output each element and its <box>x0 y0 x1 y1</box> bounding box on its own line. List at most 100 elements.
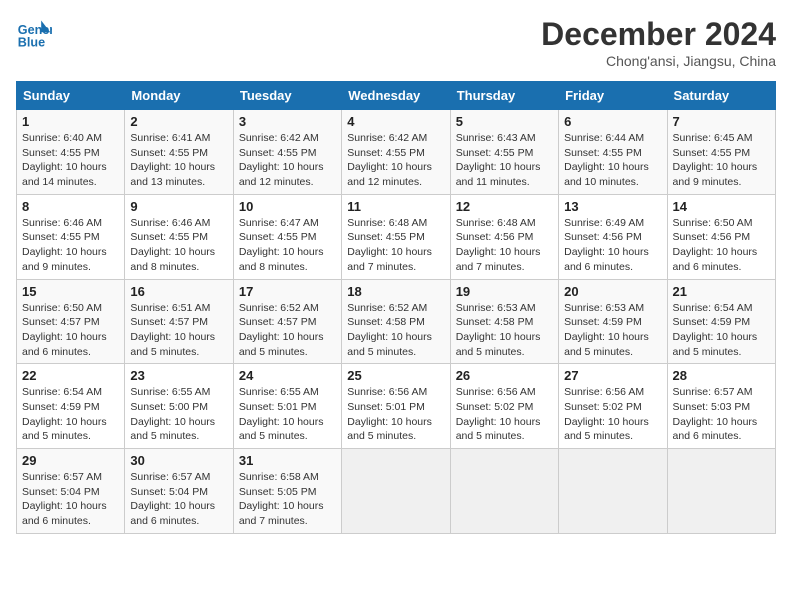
day-info: Sunrise: 6:42 AM Sunset: 4:55 PM Dayligh… <box>239 131 336 190</box>
day-number: 14 <box>673 199 770 214</box>
svg-text:Blue: Blue <box>18 36 45 50</box>
calendar-cell: 28Sunrise: 6:57 AM Sunset: 5:03 PM Dayli… <box>667 364 775 449</box>
day-info: Sunrise: 6:40 AM Sunset: 4:55 PM Dayligh… <box>22 131 119 190</box>
calendar-cell <box>667 449 775 534</box>
day-number: 3 <box>239 114 336 129</box>
day-number: 2 <box>130 114 227 129</box>
day-info: Sunrise: 6:50 AM Sunset: 4:57 PM Dayligh… <box>22 301 119 360</box>
calendar-cell: 3 Sunrise: 6:42 AM Sunset: 4:55 PM Daylig… <box>233 110 341 195</box>
calendar-cell: 6 Sunrise: 6:44 AM Sunset: 4:55 PM Daylig… <box>559 110 667 195</box>
calendar-week-4: 22 Sunrise: 6:54 AM Sunset: 4:59 PM Dayli… <box>17 364 776 449</box>
day-info: Sunrise: 6:47 AM Sunset: 4:55 PM Dayligh… <box>239 216 336 275</box>
day-info: Sunrise: 6:56 AM Sunset: 5:02 PM Dayligh… <box>456 385 553 444</box>
calendar-cell: 25 Sunrise: 6:56 AM Sunset: 5:01 PM Dayli… <box>342 364 450 449</box>
location-subtitle: Chong'ansi, Jiangsu, China <box>541 53 776 69</box>
day-number: 29 <box>22 453 119 468</box>
day-number: 9 <box>130 199 227 214</box>
day-number: 17 <box>239 284 336 299</box>
calendar-week-5: 29 Sunrise: 6:57 AM Sunset: 5:04 PM Dayli… <box>17 449 776 534</box>
calendar-cell: 8 Sunrise: 6:46 AM Sunset: 4:55 PM Daylig… <box>17 194 125 279</box>
day-number: 24 <box>239 368 336 383</box>
calendar-cell <box>450 449 558 534</box>
weekday-header-tuesday: Tuesday <box>233 82 341 110</box>
calendar-cell: 19 Sunrise: 6:53 AM Sunset: 4:58 PM Dayli… <box>450 279 558 364</box>
calendar-cell: 13 Sunrise: 6:49 AM Sunset: 4:56 PM Dayli… <box>559 194 667 279</box>
day-info: Sunrise: 6:56 AM Sunset: 5:02 PM Dayligh… <box>564 385 661 444</box>
day-info: Sunrise: 6:53 AM Sunset: 4:58 PM Dayligh… <box>456 301 553 360</box>
day-number: 19 <box>456 284 553 299</box>
day-number: 15 <box>22 284 119 299</box>
calendar-cell: 27 Sunrise: 6:56 AM Sunset: 5:02 PM Dayli… <box>559 364 667 449</box>
calendar-cell: 5 Sunrise: 6:43 AM Sunset: 4:55 PM Daylig… <box>450 110 558 195</box>
calendar-week-1: 1 Sunrise: 6:40 AM Sunset: 4:55 PM Daylig… <box>17 110 776 195</box>
day-number: 23 <box>130 368 227 383</box>
calendar-cell: 16 Sunrise: 6:51 AM Sunset: 4:57 PM Dayli… <box>125 279 233 364</box>
weekday-header-sunday: Sunday <box>17 82 125 110</box>
day-info: Sunrise: 6:52 AM Sunset: 4:57 PM Dayligh… <box>239 301 336 360</box>
day-number: 5 <box>456 114 553 129</box>
calendar-cell: 15 Sunrise: 6:50 AM Sunset: 4:57 PM Dayli… <box>17 279 125 364</box>
day-info: Sunrise: 6:46 AM Sunset: 4:55 PM Dayligh… <box>22 216 119 275</box>
calendar-cell: 18 Sunrise: 6:52 AM Sunset: 4:58 PM Dayli… <box>342 279 450 364</box>
calendar-cell: 23 Sunrise: 6:55 AM Sunset: 5:00 PM Dayli… <box>125 364 233 449</box>
calendar-cell: 29Sunrise: 6:57 AM Sunset: 5:04 PM Dayli… <box>17 449 125 534</box>
day-info: Sunrise: 6:55 AM Sunset: 5:00 PM Dayligh… <box>130 385 227 444</box>
day-info: Sunrise: 6:45 AM Sunset: 4:55 PM Dayligh… <box>673 131 770 190</box>
calendar-cell: 11 Sunrise: 6:48 AM Sunset: 4:55 PM Dayli… <box>342 194 450 279</box>
day-number: 16 <box>130 284 227 299</box>
day-info: Sunrise: 6:54 AM Sunset: 4:59 PM Dayligh… <box>673 301 770 360</box>
day-number: 21 <box>673 284 770 299</box>
calendar-cell: 20Sunrise: 6:53 AM Sunset: 4:59 PM Dayli… <box>559 279 667 364</box>
calendar-cell: 24 Sunrise: 6:55 AM Sunset: 5:01 PM Dayli… <box>233 364 341 449</box>
calendar-cell <box>559 449 667 534</box>
day-number: 12 <box>456 199 553 214</box>
calendar-cell: 26 Sunrise: 6:56 AM Sunset: 5:02 PM Dayli… <box>450 364 558 449</box>
calendar-week-2: 8 Sunrise: 6:46 AM Sunset: 4:55 PM Daylig… <box>17 194 776 279</box>
day-number: 28 <box>673 368 770 383</box>
day-number: 11 <box>347 199 444 214</box>
day-number: 13 <box>564 199 661 214</box>
day-number: 18 <box>347 284 444 299</box>
calendar-cell: 2Sunrise: 6:41 AM Sunset: 4:55 PM Daylig… <box>125 110 233 195</box>
day-info: Sunrise: 6:42 AM Sunset: 4:55 PM Dayligh… <box>347 131 444 190</box>
calendar-cell: 10Sunrise: 6:47 AM Sunset: 4:55 PM Dayli… <box>233 194 341 279</box>
calendar-cell: 21 Sunrise: 6:54 AM Sunset: 4:59 PM Dayli… <box>667 279 775 364</box>
day-info: Sunrise: 6:50 AM Sunset: 4:56 PM Dayligh… <box>673 216 770 275</box>
month-title: December 2024 <box>541 16 776 53</box>
day-info: Sunrise: 6:46 AM Sunset: 4:55 PM Dayligh… <box>130 216 227 275</box>
day-number: 4 <box>347 114 444 129</box>
calendar-table: SundayMondayTuesdayWednesdayThursdayFrid… <box>16 81 776 534</box>
day-info: Sunrise: 6:54 AM Sunset: 4:59 PM Dayligh… <box>22 385 119 444</box>
day-info: Sunrise: 6:51 AM Sunset: 4:57 PM Dayligh… <box>130 301 227 360</box>
logo-icon: General Blue <box>16 16 52 52</box>
day-number: 25 <box>347 368 444 383</box>
day-number: 8 <box>22 199 119 214</box>
calendar-cell: 7Sunrise: 6:45 AM Sunset: 4:55 PM Daylig… <box>667 110 775 195</box>
calendar-cell: 30 Sunrise: 6:57 AM Sunset: 5:04 PM Dayli… <box>125 449 233 534</box>
day-info: Sunrise: 6:56 AM Sunset: 5:01 PM Dayligh… <box>347 385 444 444</box>
day-info: Sunrise: 6:48 AM Sunset: 4:56 PM Dayligh… <box>456 216 553 275</box>
day-info: Sunrise: 6:49 AM Sunset: 4:56 PM Dayligh… <box>564 216 661 275</box>
day-number: 1 <box>22 114 119 129</box>
weekday-header-wednesday: Wednesday <box>342 82 450 110</box>
weekday-header-thursday: Thursday <box>450 82 558 110</box>
calendar-header: SundayMondayTuesdayWednesdayThursdayFrid… <box>17 82 776 110</box>
day-info: Sunrise: 6:55 AM Sunset: 5:01 PM Dayligh… <box>239 385 336 444</box>
day-number: 26 <box>456 368 553 383</box>
weekday-header-monday: Monday <box>125 82 233 110</box>
calendar-cell: 31Sunrise: 6:58 AM Sunset: 5:05 PM Dayli… <box>233 449 341 534</box>
day-info: Sunrise: 6:52 AM Sunset: 4:58 PM Dayligh… <box>347 301 444 360</box>
day-number: 27 <box>564 368 661 383</box>
calendar-cell: 22 Sunrise: 6:54 AM Sunset: 4:59 PM Dayli… <box>17 364 125 449</box>
day-info: Sunrise: 6:57 AM Sunset: 5:04 PM Dayligh… <box>130 470 227 529</box>
logo: General Blue <box>16 16 52 52</box>
day-info: Sunrise: 6:43 AM Sunset: 4:55 PM Dayligh… <box>456 131 553 190</box>
calendar-cell: 14 Sunrise: 6:50 AM Sunset: 4:56 PM Dayli… <box>667 194 775 279</box>
day-number: 22 <box>22 368 119 383</box>
day-number: 30 <box>130 453 227 468</box>
day-info: Sunrise: 6:44 AM Sunset: 4:55 PM Dayligh… <box>564 131 661 190</box>
calendar-cell: 9 Sunrise: 6:46 AM Sunset: 4:55 PM Daylig… <box>125 194 233 279</box>
day-number: 6 <box>564 114 661 129</box>
day-info: Sunrise: 6:48 AM Sunset: 4:55 PM Dayligh… <box>347 216 444 275</box>
day-number: 31 <box>239 453 336 468</box>
